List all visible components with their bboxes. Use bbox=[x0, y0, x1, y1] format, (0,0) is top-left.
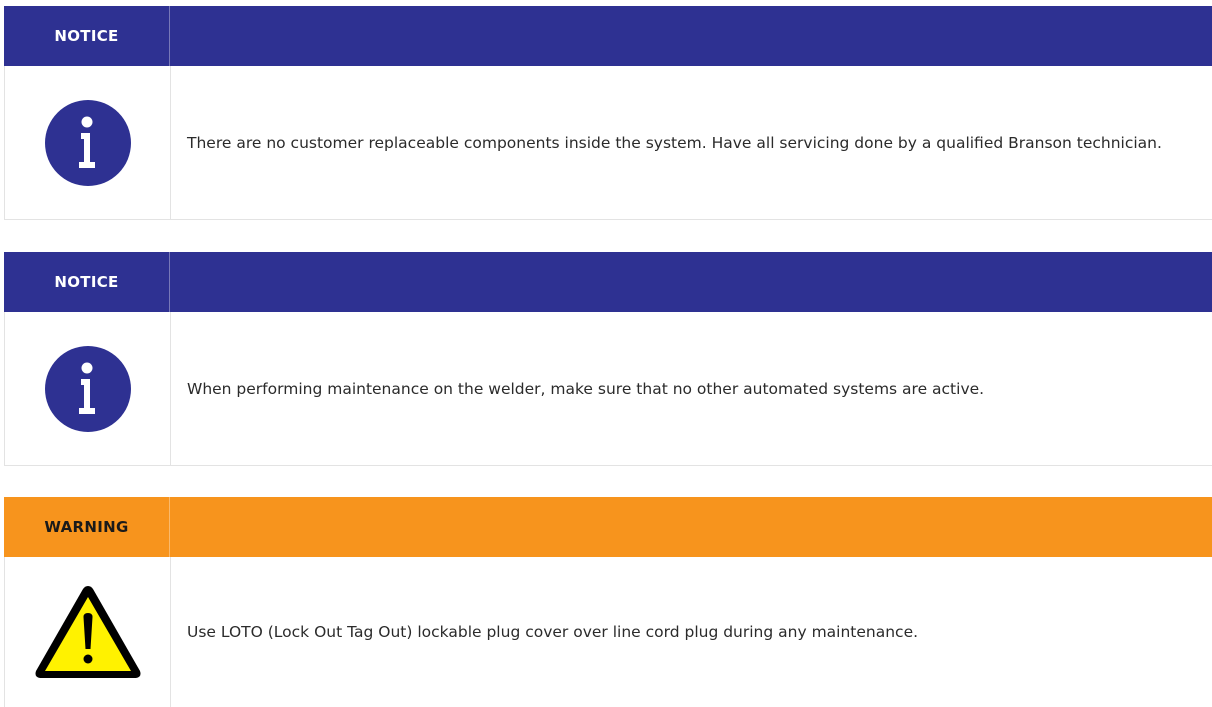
warning-message: Use LOTO (Lock Out Tag Out) lockable plu… bbox=[187, 623, 919, 641]
header-fill bbox=[170, 497, 1212, 557]
notice-message: There are no customer replaceable compon… bbox=[187, 133, 1162, 152]
warning-body: Use LOTO (Lock Out Tag Out) lockable plu… bbox=[4, 557, 1212, 707]
icon-cell bbox=[5, 66, 171, 219]
notice-label: NOTICE bbox=[4, 252, 170, 312]
notice-message: When performing maintenance on the welde… bbox=[187, 379, 985, 398]
warning-header: WARNING bbox=[4, 497, 1212, 557]
notice-header: NOTICE bbox=[4, 252, 1212, 312]
info-icon bbox=[44, 345, 131, 432]
notice-block: NOTICE There are no customer replaceable… bbox=[4, 6, 1212, 220]
icon-cell bbox=[5, 557, 171, 707]
info-icon bbox=[44, 99, 131, 186]
notice-body: When performing maintenance on the welde… bbox=[4, 312, 1212, 466]
notice-label: NOTICE bbox=[4, 6, 170, 66]
warning-triangle-icon bbox=[32, 582, 144, 682]
warning-label: WARNING bbox=[4, 497, 170, 557]
notice-block: NOTICE When performing maintenance on th… bbox=[4, 252, 1212, 466]
notice-header: NOTICE bbox=[4, 6, 1212, 66]
icon-cell bbox=[5, 312, 171, 465]
header-fill bbox=[170, 6, 1212, 66]
notice-body: There are no customer replaceable compon… bbox=[4, 66, 1212, 220]
header-fill bbox=[170, 252, 1212, 312]
warning-block: WARNING Use LOTO (Lock Out Tag Out) lock… bbox=[4, 497, 1212, 707]
